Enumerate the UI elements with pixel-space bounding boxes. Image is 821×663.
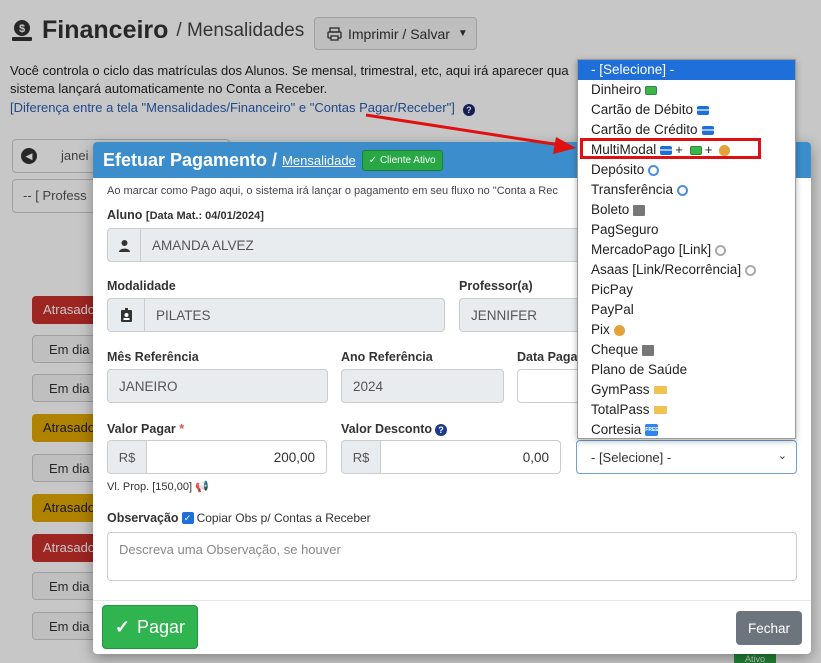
annotation-arrow — [365, 113, 576, 154]
